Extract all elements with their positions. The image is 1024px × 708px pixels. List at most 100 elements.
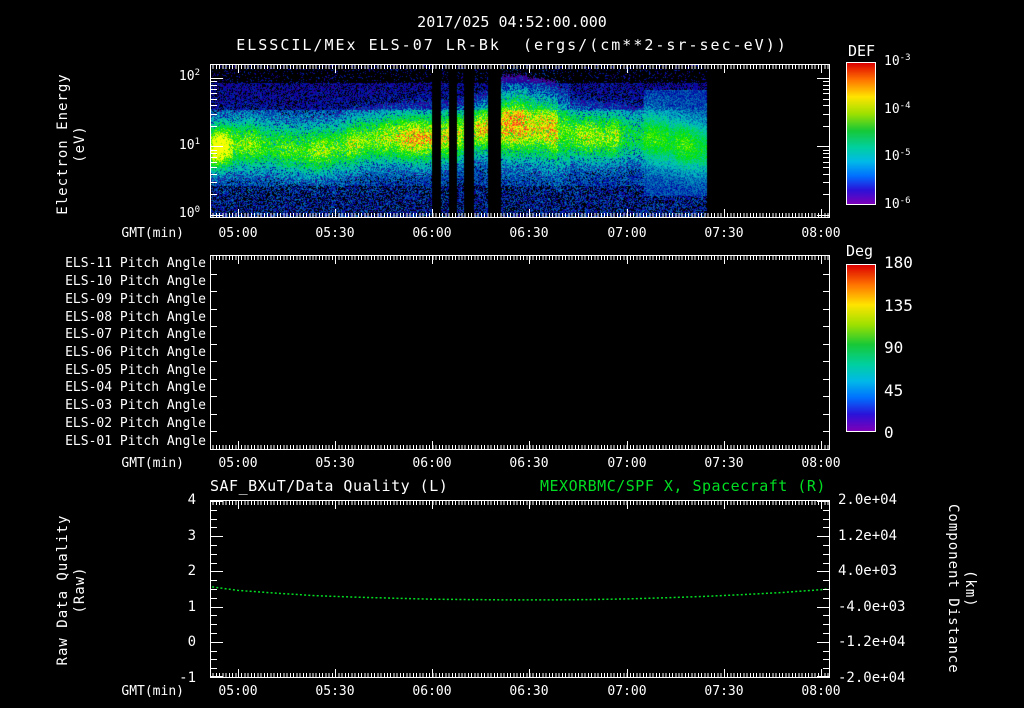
row-label: ELS-05 Pitch Angle [65, 362, 206, 378]
colorbar-tick-label: 90 [884, 338, 904, 357]
minute-ticks-top [211, 65, 829, 69]
tick-mark [823, 93, 829, 94]
tick-mark [823, 194, 829, 195]
y-tick-label: 0 [187, 634, 196, 651]
tick-mark [823, 274, 829, 275]
tick-mark [817, 146, 829, 147]
tick-mark [211, 379, 217, 380]
tick-mark [211, 105, 217, 106]
row-label: ELS-06 Pitch Angle [65, 344, 206, 360]
tick-mark [823, 162, 829, 163]
tick-mark [211, 536, 223, 537]
colorbar-tick-label: 10-6 [884, 195, 911, 212]
tick-mark [823, 633, 829, 634]
panel3-time-axis: GMT(min) 05:00 05:30 06:00 06:30 07:00 0… [0, 684, 1024, 702]
time-tick-label: 07:00 [607, 456, 647, 471]
tick-mark [823, 659, 829, 660]
tick-mark [211, 291, 217, 292]
tick-mark [211, 326, 217, 327]
tick-mark [529, 501, 530, 509]
y-tick-label: 4.0e+03 [838, 563, 898, 580]
tick-mark [211, 344, 217, 345]
tick-mark [823, 554, 829, 555]
tick-mark [627, 669, 628, 677]
tick-mark [211, 146, 223, 147]
minute-ticks-bottom [211, 445, 829, 449]
tick-mark [211, 501, 223, 502]
tick-mark [627, 65, 628, 73]
row-label: ELS-08 Pitch Angle [65, 309, 206, 325]
tick-mark [821, 501, 822, 509]
time-tick-label: 07:30 [704, 684, 744, 699]
tick-mark [211, 162, 217, 163]
tick-mark [238, 65, 239, 73]
panel3-left-axis-title: Raw Data Quality (Raw) [55, 514, 88, 666]
tick-mark [823, 563, 829, 564]
tick-mark [823, 344, 829, 345]
time-tick-label: 08:00 [801, 226, 841, 241]
row-label: ELS-04 Pitch Angle [65, 380, 206, 396]
row-label: ELS-07 Pitch Angle [65, 327, 206, 343]
tick-mark [823, 615, 829, 616]
tick-mark [211, 215, 223, 216]
tick-mark [211, 81, 217, 82]
panel1-y-tick-labels: 102 101 100 [130, 68, 200, 223]
tick-mark [211, 589, 217, 590]
tick-mark [335, 256, 336, 264]
gmt-axis-label: GMT(min) [121, 684, 184, 699]
tick-mark [211, 624, 217, 625]
panel3-right-tick-labels: 2.0e+04 1.2e+04 4.0e+03 -4.0e+03 -1.2e+0… [838, 491, 918, 687]
tick-mark [211, 545, 217, 546]
tick-mark [211, 607, 223, 608]
tick-mark [211, 89, 217, 90]
tick-mark [823, 361, 829, 362]
tick-mark [211, 274, 217, 275]
tick-mark [211, 157, 217, 158]
tick-mark [823, 580, 829, 581]
tick-mark [724, 441, 725, 449]
colorbar-tick-label: 10-4 [884, 100, 911, 117]
tick-mark [211, 676, 223, 677]
tick-mark [211, 174, 217, 175]
tick-mark [211, 510, 217, 511]
page-timestamp: 2017/025 04:52:00.000 [417, 13, 607, 31]
tick-mark [335, 441, 336, 449]
tick-mark [823, 589, 829, 590]
tick-mark [211, 309, 217, 310]
pitch-angle-row-labels: ELS-11 Pitch Angle ELS-10 Pitch Angle EL… [20, 255, 206, 450]
tick-mark [211, 99, 217, 100]
panel3-right-title: MEXORBMC/SPF X, Spacecraft (R) [540, 477, 826, 495]
panel3-left-tick-labels: 4 3 2 1 0 -1 [130, 491, 196, 687]
tick-mark [823, 167, 829, 168]
tick-mark [211, 361, 217, 362]
row-label: ELS-03 Pitch Angle [65, 398, 206, 414]
time-tick-label: 05:30 [315, 226, 355, 241]
tick-mark [432, 501, 433, 509]
tick-mark [211, 78, 223, 79]
tick-mark [821, 441, 822, 449]
tick-mark [211, 182, 217, 183]
tick-mark [823, 379, 829, 380]
tick-mark [821, 65, 822, 73]
y-tick-label: 2 [187, 563, 196, 580]
colorbar-tick-label: 45 [884, 380, 904, 400]
time-tick-label: 06:30 [509, 226, 549, 241]
deg-colorbar-title: Deg [846, 242, 874, 260]
tick-mark [823, 598, 829, 599]
gmt-axis-label: GMT(min) [121, 226, 184, 241]
tick-mark [529, 65, 530, 73]
colorbar-tick-label: 135 [884, 295, 913, 315]
tick-mark [211, 126, 217, 127]
minute-ticks-top [211, 256, 829, 260]
tick-mark [432, 441, 433, 449]
tick-mark [211, 598, 217, 599]
def-colorbar-labels: 10-3 10-4 10-5 10-6 [884, 53, 911, 214]
tick-mark [238, 441, 239, 449]
tick-mark [529, 441, 530, 449]
quality-plot [210, 500, 830, 678]
tick-mark [823, 114, 829, 115]
y-tick-label: 3 [187, 527, 196, 544]
tick-mark [211, 571, 223, 572]
tick-mark [821, 256, 822, 264]
tick-mark [823, 81, 829, 82]
